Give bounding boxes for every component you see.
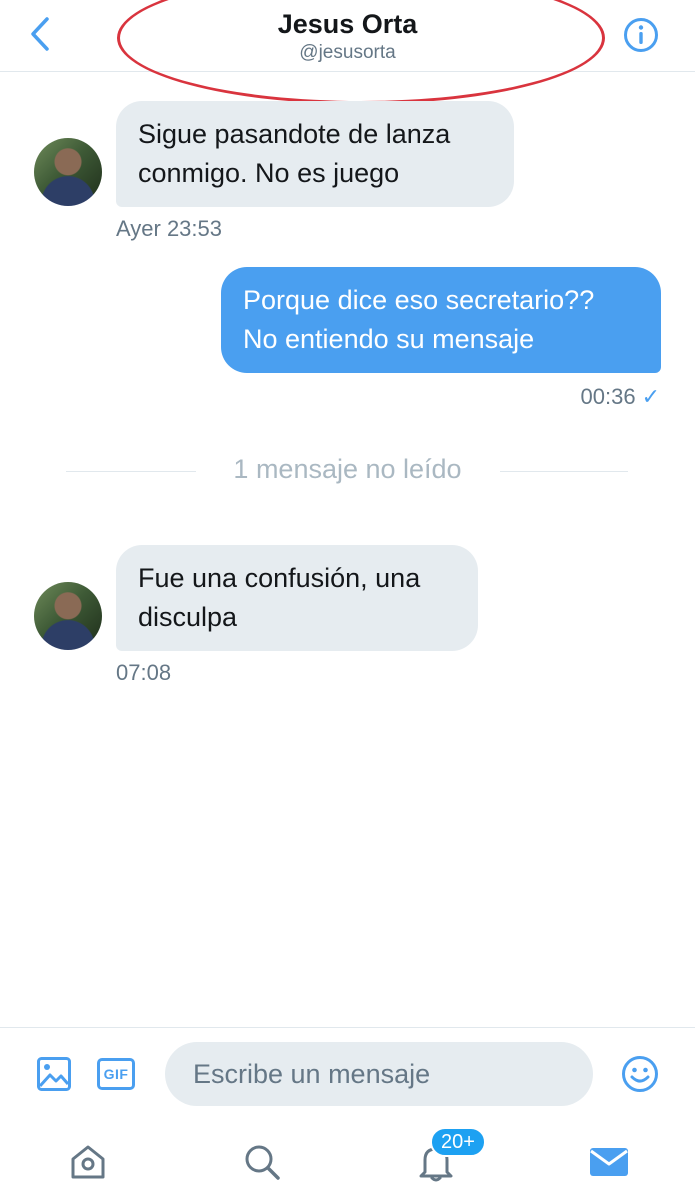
tab-home[interactable]: [66, 1140, 110, 1184]
bottom-tab-bar: 20+: [0, 1120, 695, 1200]
avatar[interactable]: [34, 138, 102, 206]
message-bubble-incoming[interactable]: Sigue pasandote de lanza conmigo. No es …: [116, 101, 514, 207]
add-image-button[interactable]: [34, 1054, 74, 1094]
message-bubble-incoming[interactable]: Fue una confusión, una disculpa: [116, 545, 478, 651]
dm-conversation-screen: Jesus Orta @jesusorta Sigue pasandote de…: [0, 0, 695, 1200]
conversation-header: Jesus Orta @jesusorta: [0, 0, 695, 72]
home-icon: [71, 1145, 105, 1179]
gif-label: GIF: [103, 1066, 129, 1082]
envelope-icon: [590, 1148, 628, 1176]
header-title-block[interactable]: Jesus Orta @jesusorta: [0, 8, 695, 64]
image-icon: [37, 1057, 71, 1091]
tab-search[interactable]: [240, 1140, 284, 1184]
message-text-line: Fue una confusión, una: [138, 563, 421, 593]
message-composer: GIF: [0, 1027, 695, 1119]
message-timestamp: Ayer 23:53: [116, 216, 223, 241]
message-text-line: Porque dice eso secretario??: [243, 285, 595, 315]
message-bubble-outgoing[interactable]: Porque dice eso secretario?? No entiendo…: [221, 267, 661, 373]
message-text-line: conmigo. No es juego: [138, 158, 400, 188]
emoji-button[interactable]: [620, 1054, 660, 1094]
message-text-line: No entiendo su mensaje: [243, 324, 535, 354]
message-meta: 00:36 ✓: [581, 384, 661, 410]
smiley-icon: [622, 1056, 658, 1092]
info-icon: [624, 18, 658, 52]
gif-button[interactable]: GIF: [96, 1054, 136, 1094]
notification-count-badge: 20+: [430, 1127, 486, 1157]
search-icon: [245, 1145, 280, 1180]
contact-name: Jesus Orta: [277, 9, 418, 39]
contact-handle: @jesusorta: [299, 42, 396, 63]
gif-icon: GIF: [97, 1058, 135, 1090]
tab-messages[interactable]: [586, 1140, 632, 1184]
message-text-line: disculpa: [138, 602, 238, 632]
message-timestamp: 00:36: [580, 384, 636, 409]
avatar[interactable]: [34, 582, 102, 650]
message-input[interactable]: [165, 1042, 593, 1106]
message-text-line: Sigue pasandote de lanza: [138, 119, 451, 149]
unread-divider-label: 1 mensaje no leído: [233, 454, 462, 484]
message-timestamp: 07:08: [116, 660, 172, 685]
divider-line-right: [500, 471, 628, 472]
info-button[interactable]: [622, 16, 660, 54]
sent-check-icon: ✓: [641, 384, 660, 409]
